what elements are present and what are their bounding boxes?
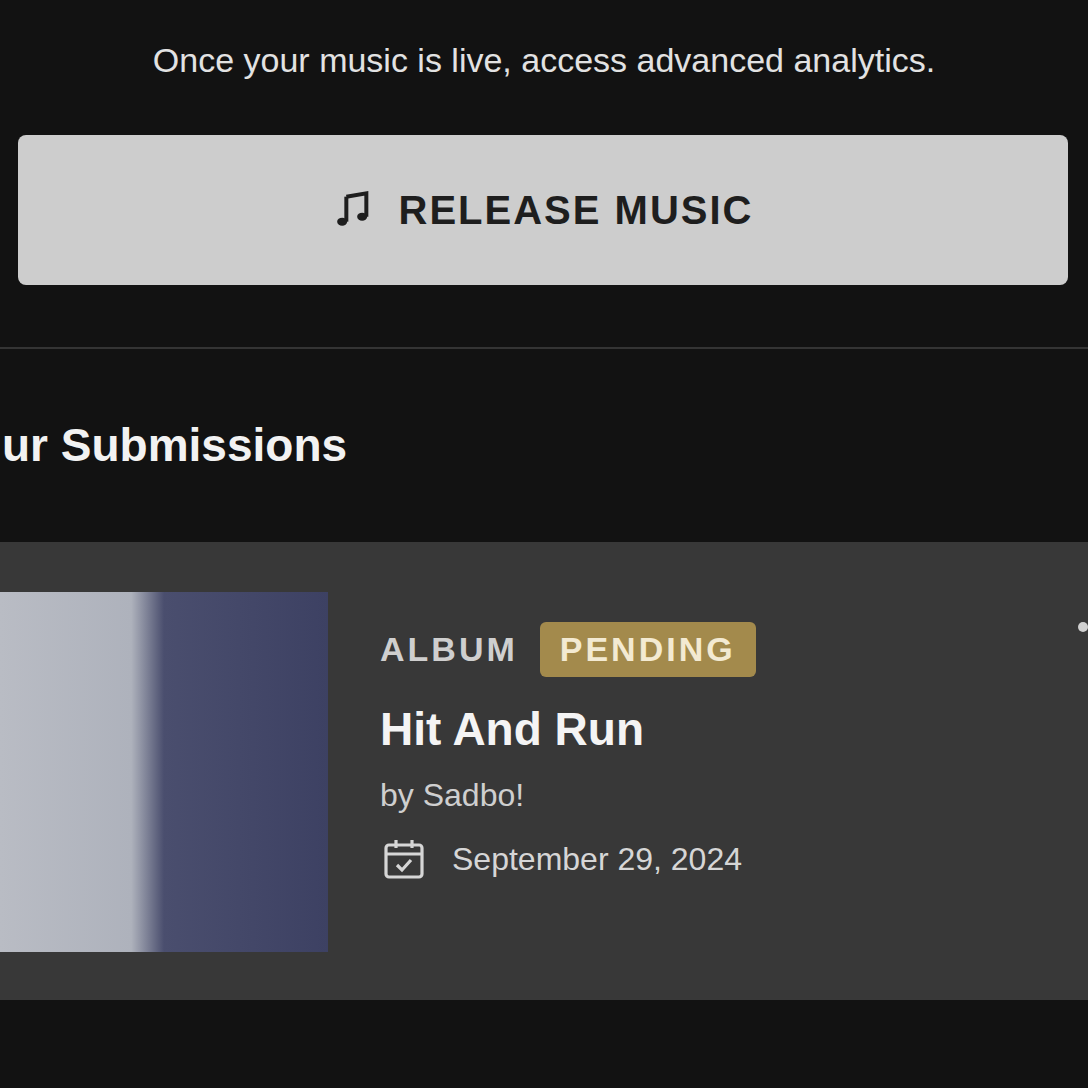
submission-date: September 29, 2024 [380, 835, 756, 883]
submission-artist: by Sadbo! [380, 773, 756, 817]
notice-text: Once your music is live, access advanced… [0, 38, 1088, 82]
submission-type: ALBUM [380, 630, 518, 669]
submission-card[interactable]: ALBUM PENDING Hit And Run by Sadbo! Sept… [0, 542, 1088, 1000]
submissions-heading: ur Submissions [2, 417, 1088, 473]
submission-info: ALBUM PENDING Hit And Run by Sadbo! Sept… [380, 592, 756, 952]
page: Once your music is live, access advanced… [0, 0, 1088, 1088]
divider [0, 347, 1088, 349]
status-badge: PENDING [540, 622, 756, 677]
submission-tags: ALBUM PENDING [380, 622, 756, 677]
date-text: September 29, 2024 [452, 841, 742, 878]
calendar-icon [380, 835, 428, 883]
submission-title: Hit And Run [380, 699, 756, 759]
more-icon[interactable] [1078, 622, 1088, 632]
release-music-label: RELEASE MUSIC [399, 188, 754, 233]
release-music-button[interactable]: RELEASE MUSIC [18, 135, 1068, 285]
album-cover [0, 592, 328, 952]
music-note-icon [333, 190, 373, 230]
